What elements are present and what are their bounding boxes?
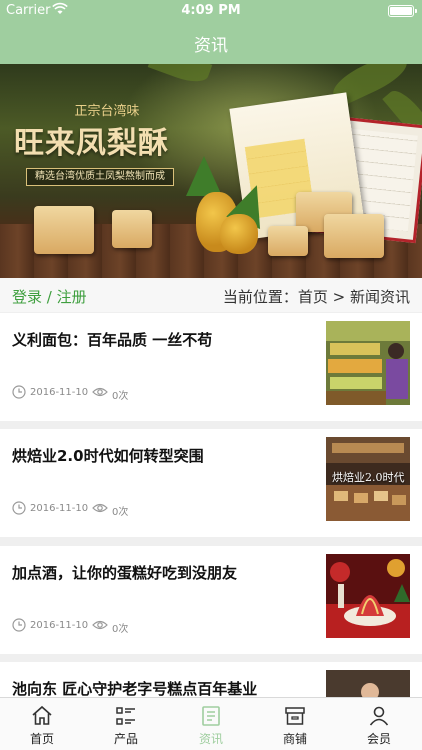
- promo-banner[interactable]: 正宗台湾味 旺来凤梨酥 精选台湾优质土凤梨熬制而成: [0, 64, 422, 278]
- banner-title: 旺来凤梨酥: [14, 126, 169, 161]
- tab-bar: 首页 产品 资讯 商铺 会员: [0, 697, 422, 750]
- tab-member[interactable]: 会员: [337, 698, 421, 750]
- shop-icon: [285, 707, 305, 725]
- news-title[interactable]: 加点酒，让你的蛋糕好吃到没朋友: [12, 562, 237, 583]
- battery-icon: [388, 5, 417, 17]
- clock-icon: [12, 385, 26, 399]
- login-register-link[interactable]: 登录 / 注册: [12, 286, 87, 307]
- news-icon: [202, 706, 220, 726]
- news-date: 2016-11-10: [30, 620, 89, 631]
- news-item[interactable]: 义利面包：百年品质 一丝不苟 2016-11-10 0次: [0, 313, 422, 421]
- thumb-caption: 烘焙业2.0时代: [332, 471, 405, 484]
- bakery-shop-photo[interactable]: [326, 321, 410, 405]
- pineapple-cake: [34, 206, 94, 254]
- news-date: 2016-11-10: [30, 503, 89, 514]
- tab-label: 会员: [366, 732, 391, 746]
- clock-icon: [12, 501, 26, 515]
- christmas-cake-photo[interactable]: [326, 554, 410, 638]
- status-bar: Carrier 4:09 PM: [0, 0, 422, 22]
- tab-shop[interactable]: 商铺: [253, 698, 337, 750]
- banner-tagline: 精选台湾优质土凤梨熬制而成: [26, 168, 174, 186]
- news-title[interactable]: 烘焙业2.0时代如何转型突围: [12, 445, 204, 466]
- pineapple-leaves: [186, 156, 222, 196]
- breadcrumb: 当前位置：首页 > 新闻资讯: [222, 288, 410, 306]
- pineapple: [220, 214, 258, 254]
- tab-products[interactable]: 产品: [84, 698, 168, 750]
- bakery-2.0-photo[interactable]: 烘焙业2.0时代: [326, 437, 410, 521]
- tab-news[interactable]: 资讯: [169, 698, 253, 750]
- breadcrumb-row: 登录 / 注册 当前位置：首页 > 新闻资讯: [0, 278, 422, 312]
- tab-label: 首页: [29, 732, 54, 746]
- news-views: 0次: [112, 624, 129, 635]
- status-time: 4:09 PM: [181, 3, 241, 18]
- top-bar: Carrier 4:09 PM 资讯: [0, 0, 422, 64]
- news-views: 0次: [112, 391, 129, 402]
- tab-label: 商铺: [282, 732, 307, 746]
- user-icon: [369, 706, 389, 726]
- eye-icon: [92, 620, 108, 630]
- tab-home[interactable]: 首页: [0, 698, 84, 750]
- home-icon: [32, 705, 52, 725]
- news-date: 2016-11-10: [30, 387, 89, 398]
- tab-label: 资讯: [198, 732, 223, 746]
- news-item[interactable]: 加点酒，让你的蛋糕好吃到没朋友 2016-11-10 0次: [0, 546, 422, 654]
- clock-icon: [12, 618, 26, 632]
- pineapple-cake: [268, 226, 308, 256]
- pineapple-cake: [112, 210, 152, 248]
- list-icon: [116, 707, 135, 725]
- news-title[interactable]: 池向东 匠心守护老字号糕点百年基业: [12, 678, 257, 699]
- page-title: 资讯: [194, 36, 228, 56]
- eye-icon: [92, 503, 108, 513]
- news-title[interactable]: 义利面包：百年品质 一丝不苟: [12, 329, 212, 350]
- news-item[interactable]: 烘焙业2.0时代如何转型突围 2016-11-10 0次 烘焙业2.0时代: [0, 429, 422, 537]
- tab-label: 产品: [113, 732, 138, 746]
- banner-subtitle: 正宗台湾味: [74, 104, 140, 119]
- news-views: 0次: [112, 507, 129, 518]
- pineapple-cake: [324, 214, 384, 258]
- eye-icon: [92, 387, 108, 397]
